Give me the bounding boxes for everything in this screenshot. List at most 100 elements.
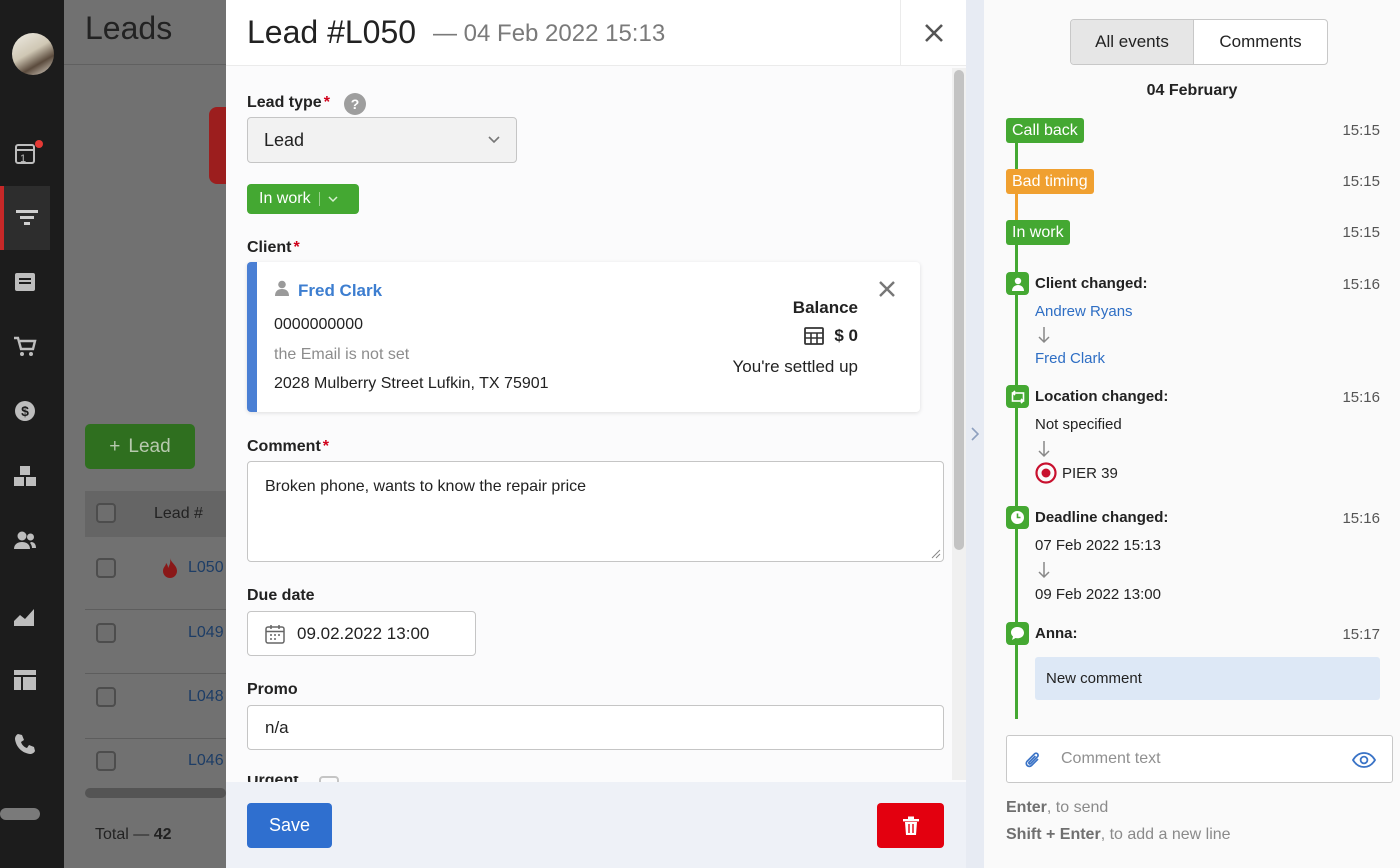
due-date-label: Due date: [247, 587, 315, 604]
arrow-down-icon: [1038, 441, 1050, 458]
comment-label: Comment *: [247, 438, 330, 455]
comment-author: Anna:: [1035, 625, 1078, 642]
tab-comments[interactable]: Comments: [1194, 20, 1327, 64]
arrow-down-icon: [1038, 327, 1050, 344]
users-icon[interactable]: [0, 508, 50, 572]
left-sidebar: 1 $: [0, 0, 64, 868]
lead-link[interactable]: L048: [188, 688, 224, 706]
promo-input[interactable]: n/a: [247, 705, 944, 750]
comment-input[interactable]: Comment text: [1006, 735, 1393, 783]
close-modal-button[interactable]: [900, 0, 966, 66]
location-changed-title: Location changed:: [1035, 388, 1169, 405]
save-button[interactable]: Save: [247, 803, 332, 848]
page-title: Leads: [85, 10, 173, 46]
row-divider: [85, 673, 226, 674]
trash-icon: [902, 816, 919, 835]
total-count: Total — 42: [95, 826, 172, 843]
fire-icon: [163, 558, 177, 578]
user-avatar[interactable]: [12, 33, 54, 75]
arrow-down-icon: [1038, 562, 1050, 579]
dollar-icon[interactable]: $: [0, 379, 50, 443]
resize-handle-icon[interactable]: [931, 549, 941, 559]
modal-header: Lead #L050 — 04 Feb 2022 15:13: [226, 0, 966, 66]
row-checkbox[interactable]: [96, 687, 116, 707]
row-checkbox[interactable]: [96, 558, 116, 578]
balance-label: Balance: [792, 298, 858, 317]
svg-text:$: $: [21, 403, 29, 419]
help-icon[interactable]: ?: [344, 93, 366, 115]
header-divider: [64, 64, 226, 65]
lead-link[interactable]: L050: [188, 559, 224, 577]
dashboard-icon[interactable]: [0, 648, 50, 712]
balance-status: You're settled up: [732, 357, 859, 376]
row-checkbox[interactable]: [96, 751, 116, 771]
event-time: 15:16: [1342, 389, 1380, 406]
comment-bubble: New comment: [1035, 657, 1380, 700]
cart-icon[interactable]: [0, 315, 50, 379]
person-icon: [1006, 272, 1029, 295]
select-all-checkbox[interactable]: [96, 503, 116, 523]
chart-icon[interactable]: [0, 584, 50, 648]
deadline-changed-title: Deadline changed:: [1035, 509, 1169, 526]
swap-icon: [1006, 385, 1029, 408]
status-event-bad-timing: Bad timing: [1006, 169, 1094, 194]
calendar-icon: [265, 624, 285, 644]
phone-icon[interactable]: [0, 712, 50, 776]
deadline-from: 07 Feb 2022 15:13: [1035, 537, 1161, 554]
events-panel: All events Comments 04 February Call bac…: [984, 0, 1400, 868]
paperclip-icon[interactable]: [1023, 750, 1043, 772]
location-target-icon: [1035, 462, 1057, 484]
close-icon: [924, 24, 943, 42]
row-divider: [85, 609, 226, 610]
lead-type-value: Lead: [264, 129, 305, 150]
alert-banner: [209, 107, 226, 184]
due-date-input[interactable]: 09.02.2022 13:00: [247, 611, 476, 656]
lead-type-select[interactable]: Lead: [247, 117, 517, 163]
calendar-icon[interactable]: 1: [0, 121, 50, 185]
row-checkbox[interactable]: [96, 623, 116, 643]
event-time: 15:16: [1342, 276, 1380, 293]
scrollbar-thumb[interactable]: [954, 70, 964, 550]
column-header-lead-number[interactable]: Lead #: [154, 505, 203, 523]
panel-collapse-handle[interactable]: [966, 0, 984, 868]
status-event-in-work: In work: [1006, 220, 1070, 245]
funnel-icon[interactable]: [0, 186, 50, 250]
send-hint: Enter, to send: [1006, 799, 1109, 816]
row-divider: [85, 738, 226, 739]
event-time: 15:17: [1342, 626, 1380, 643]
status-dropdown-button[interactable]: In work: [247, 184, 359, 214]
client-name-link[interactable]: Fred Clark: [298, 281, 382, 301]
location-from: Not specified: [1035, 416, 1122, 433]
tab-all-events[interactable]: All events: [1071, 20, 1194, 64]
add-lead-button[interactable]: + Lead: [85, 424, 195, 469]
table-horizontal-scrollbar[interactable]: [85, 788, 226, 798]
boxes-icon[interactable]: [0, 444, 50, 508]
leads-page-background: Leads + Lead Lead # L050 L049 L048 L046 …: [64, 0, 226, 868]
inbox-icon[interactable]: [0, 250, 50, 314]
lead-edit-modal: Lead #L050 — 04 Feb 2022 15:13 Lead type…: [226, 0, 966, 868]
delete-button[interactable]: [877, 803, 944, 848]
nav-scrollbar[interactable]: [0, 808, 40, 820]
status-event-call-back: Call back: [1006, 118, 1084, 143]
add-lead-label: Lead: [128, 435, 171, 457]
chevron-down-icon: [488, 136, 500, 144]
modal-subtitle-date: — 04 Feb 2022 15:13: [433, 20, 666, 47]
remove-client-icon[interactable]: [878, 280, 896, 298]
location-to: PIER 39: [1062, 465, 1118, 482]
comment-textarea[interactable]: Broken phone, wants to know the repair p…: [247, 461, 944, 562]
client-to-link[interactable]: Fred Clark: [1035, 350, 1105, 367]
lead-link[interactable]: L049: [188, 624, 224, 642]
cash-register-icon: [804, 327, 825, 345]
lead-link[interactable]: L046: [188, 752, 224, 770]
lead-type-label: Lead type *: [247, 94, 330, 111]
due-date-value: 09.02.2022 13:00: [297, 623, 430, 643]
event-time: 15:15: [1342, 173, 1380, 190]
event-time: 15:16: [1342, 510, 1380, 527]
modal-scrollbar[interactable]: [952, 68, 966, 780]
deadline-to: 09 Feb 2022 13:00: [1035, 586, 1161, 603]
client-card: Fred Clark 0000000000 the Email is not s…: [247, 262, 920, 412]
newline-hint: Shift + Enter, to add a new line: [1006, 826, 1231, 843]
eye-icon[interactable]: [1352, 752, 1376, 768]
plus-icon: +: [109, 435, 121, 457]
client-from-link[interactable]: Andrew Ryans: [1035, 303, 1133, 320]
